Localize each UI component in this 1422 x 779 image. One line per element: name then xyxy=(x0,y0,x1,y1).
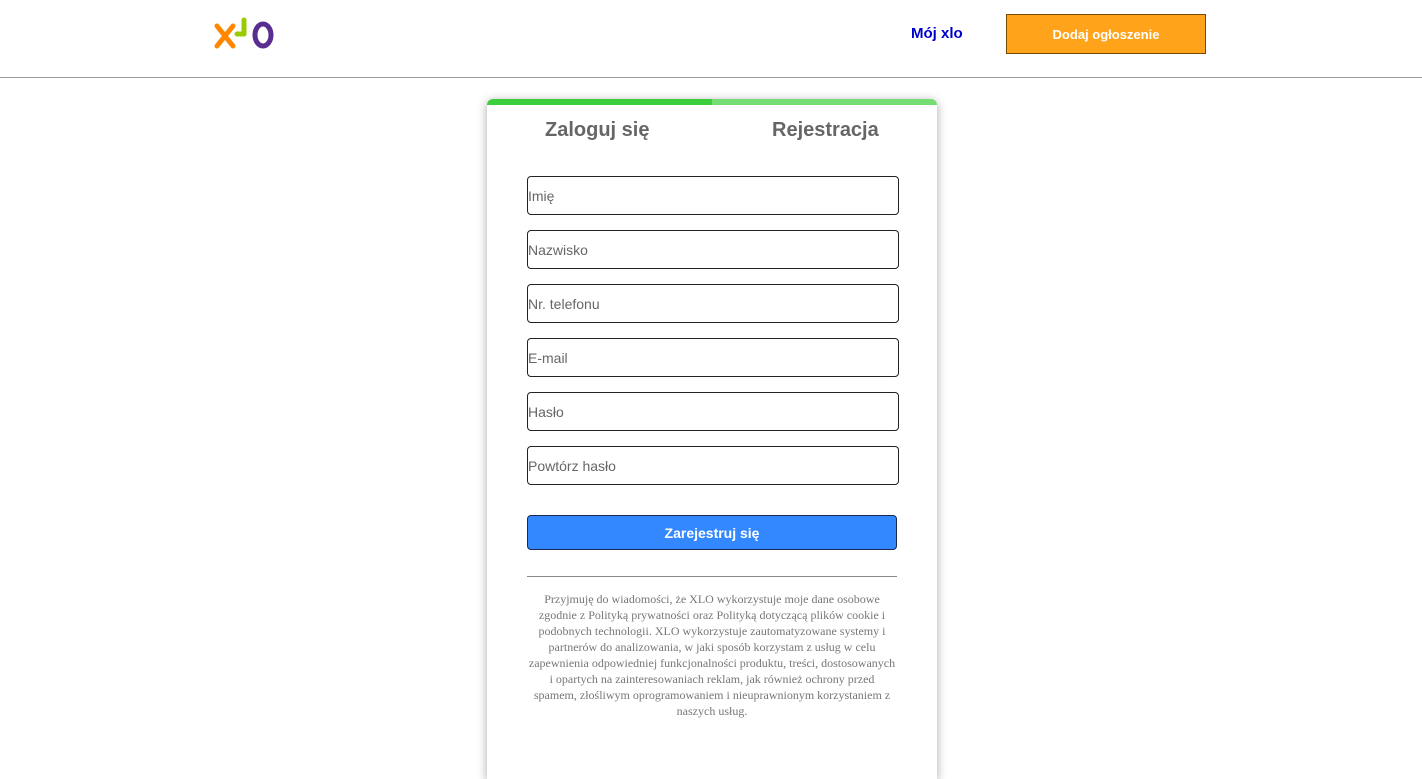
auth-card: Zaloguj się Rejestracja Zarejestruj się … xyxy=(487,99,937,779)
password-input[interactable] xyxy=(527,392,899,431)
tab-indicator xyxy=(487,99,937,105)
register-button[interactable]: Zarejestruj się xyxy=(527,515,897,550)
tab-register[interactable]: Rejestracja xyxy=(772,119,879,142)
first-name-input[interactable] xyxy=(527,176,899,215)
last-name-input[interactable] xyxy=(527,230,899,269)
top-header: Mój xlo Dodaj ogłoszenie xyxy=(0,0,1422,78)
tab-login[interactable]: Zaloguj się xyxy=(545,119,649,142)
phone-input[interactable] xyxy=(527,284,899,323)
consent-text: Przyjmuję do wiadomości, że XLO wykorzys… xyxy=(528,592,896,718)
divider xyxy=(527,576,897,577)
tab-indicator-register xyxy=(712,99,937,105)
add-listing-button[interactable]: Dodaj ogłoszenie xyxy=(1006,14,1206,54)
my-account-link[interactable]: Mój xlo xyxy=(911,25,963,42)
email-input[interactable] xyxy=(527,338,899,377)
xlo-logo[interactable] xyxy=(213,12,277,52)
repeat-password-input[interactable] xyxy=(527,446,899,485)
tab-indicator-login xyxy=(487,99,712,105)
